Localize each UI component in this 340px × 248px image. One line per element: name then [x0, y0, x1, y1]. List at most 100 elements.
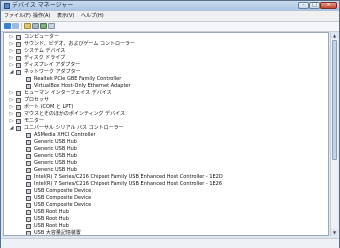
category-item[interactable]: ▷ システム デバイス	[4, 48, 324, 55]
device-tree[interactable]: ▷ コンピューター ▷ サウンド、ビデオ、およびゲーム コントローラー ▷ システム デバ…	[3, 32, 329, 236]
collapse-icon[interactable]: ◢	[9, 70, 14, 75]
expand-icon[interactable]: ▷	[9, 119, 14, 124]
tree-item-label: VirtualBox Host-Only Ethernet Adapter	[34, 83, 131, 89]
device-item[interactable]: ASMedia XHCI Controller	[4, 132, 324, 139]
menu-view[interactable]: 表示(V)	[57, 13, 74, 19]
network-icon	[16, 70, 21, 75]
category-item[interactable]: ▷ マウスとそのほかのポインティング デバイス	[4, 111, 324, 118]
device-item[interactable]: USB Composite Device	[4, 188, 324, 195]
status-bar	[1, 238, 339, 248]
scroll-up-icon[interactable]: ▲	[331, 32, 338, 39]
category-item[interactable]: ▷ ヒューマン インターフェイス デバイス	[4, 90, 324, 97]
properties-icon[interactable]	[24, 23, 31, 29]
minimize-button[interactable]: –	[298, 2, 309, 9]
tree-item-label: USB Composite Device	[34, 202, 92, 208]
expand-icon[interactable]: ▷	[9, 42, 14, 47]
device-item[interactable]: Intel(R) 7 Series/C216 Chipset Family US…	[4, 181, 324, 188]
network-adapter-icon	[26, 84, 31, 89]
tree-item-label: Intel(R) 7 Series/C216 Chipset Family US…	[34, 174, 223, 180]
category-item[interactable]: ◢ ネットワーク アダプター	[4, 69, 324, 76]
network-adapter-icon	[26, 77, 31, 82]
category-item[interactable]: ▷ ポート (COM と LPT)	[4, 104, 324, 111]
usb-icon	[26, 189, 31, 194]
expand-icon[interactable]: ▷	[9, 112, 14, 117]
usb-icon	[26, 224, 31, 229]
category-item[interactable]: ▷ ディスプレイ アダプター	[4, 62, 324, 69]
tree-item-label: USB Composite Device	[34, 195, 92, 201]
tree-item-label: ヒューマン インターフェイス デバイス	[24, 90, 112, 96]
menu-file[interactable]: ファイル(F)	[4, 13, 31, 19]
sound-icon	[16, 42, 21, 47]
category-item[interactable]: ◢ ユニバーサル シリアル バス コントローラー	[4, 125, 324, 132]
forward-icon[interactable]	[12, 23, 19, 29]
processor-icon	[16, 98, 21, 103]
usb-icon	[26, 217, 31, 222]
expand-icon[interactable]: ▷	[9, 98, 14, 103]
category-item[interactable]: ▷ サウンド、ビデオ、およびゲーム コントローラー	[4, 41, 324, 48]
device-item[interactable]: USB 大容量記憶装置	[4, 230, 324, 235]
hid-icon	[16, 91, 21, 96]
device-item[interactable]: USB Root Hub	[4, 223, 324, 230]
scroll-down-icon[interactable]: ▼	[331, 229, 338, 236]
maximize-button[interactable]: □	[309, 2, 320, 9]
category-item[interactable]: ▷ プロセッサ	[4, 97, 324, 104]
device-item[interactable]: Generic USB Hub	[4, 153, 324, 160]
close-button[interactable]: ✕	[320, 2, 337, 9]
usb-icon	[26, 182, 31, 187]
usb-icon	[26, 210, 31, 215]
scan-icon[interactable]	[40, 23, 47, 29]
device-item[interactable]: Generic USB Hub	[4, 167, 324, 174]
scroll-thumb[interactable]	[332, 40, 337, 160]
device-item[interactable]: USB Root Hub	[4, 216, 324, 223]
menu-bar: ファイル(F) 操作(A) 表示(V) ヘルプ(H)	[1, 11, 339, 22]
expand-icon[interactable]: ▷	[9, 49, 14, 54]
device-item[interactable]: VirtualBox Host-Only Ethernet Adapter	[4, 83, 324, 90]
menu-help[interactable]: ヘルプ(H)	[81, 13, 104, 19]
device-item[interactable]: USB Composite Device	[4, 202, 324, 209]
expand-icon[interactable]: ▷	[9, 63, 14, 68]
help-icon[interactable]	[32, 23, 39, 29]
tree-item-label: ディスク ドライブ	[24, 55, 66, 61]
tree-item-label: USB Root Hub	[34, 223, 69, 229]
update-icon[interactable]	[48, 23, 55, 29]
category-item[interactable]: ▷ コンピューター	[4, 34, 324, 41]
tree-item-label: Generic USB Hub	[34, 160, 77, 166]
display-icon	[16, 63, 21, 68]
tree-item-label: Generic USB Hub	[34, 167, 77, 173]
system-icon	[16, 49, 21, 54]
back-icon[interactable]	[4, 23, 11, 29]
device-item[interactable]: Intel(R) 7 Series/C216 Chipset Family US…	[4, 174, 324, 181]
tree-item-label: マウスとそのほかのポインティング デバイス	[24, 111, 125, 117]
expand-icon[interactable]: ▷	[9, 105, 14, 110]
expand-icon[interactable]: ▷	[9, 35, 14, 40]
usb-icon	[26, 203, 31, 208]
usb-icon	[26, 168, 31, 173]
device-manager-window: デバイス マネージャー – □ ✕ ファイル(F) 操作(A) 表示(V) ヘル…	[0, 0, 340, 248]
device-item[interactable]: Generic USB Hub	[4, 139, 324, 146]
tree-item-label: システム デバイス	[24, 48, 66, 54]
usb-icon	[26, 154, 31, 159]
usb-icon	[26, 147, 31, 152]
device-item[interactable]: Realtek PCIe GBE Family Controller	[4, 76, 324, 83]
collapse-icon[interactable]: ◢	[9, 126, 14, 131]
device-item[interactable]: Generic USB Hub	[4, 146, 324, 153]
usb-icon	[26, 161, 31, 166]
menu-action[interactable]: 操作(A)	[33, 13, 50, 19]
tree-item-label: ユニバーサル シリアル バス コントローラー	[24, 125, 124, 131]
device-item[interactable]: USB Root Hub	[4, 209, 324, 216]
category-item[interactable]: ▷ ディスク ドライブ	[4, 55, 324, 62]
tree-item-label: Generic USB Hub	[34, 139, 77, 145]
device-item[interactable]: USB Composite Device	[4, 195, 324, 202]
category-item[interactable]: ▷ モニター	[4, 118, 324, 125]
usb-icon	[26, 140, 31, 145]
vertical-scrollbar[interactable]: ▲ ▼	[330, 32, 338, 236]
expand-icon[interactable]: ▷	[9, 56, 14, 61]
tree-item-label: ASMedia XHCI Controller	[34, 132, 96, 138]
tree-item-label: USB Root Hub	[34, 216, 69, 222]
tree-item-label: ポート (COM と LPT)	[24, 104, 74, 110]
usb-controller-icon	[16, 126, 21, 131]
usb-icon	[26, 175, 31, 180]
tree-item-label: Realtek PCIe GBE Family Controller	[34, 76, 122, 82]
device-item[interactable]: Generic USB Hub	[4, 160, 324, 167]
expand-icon[interactable]: ▷	[9, 91, 14, 96]
